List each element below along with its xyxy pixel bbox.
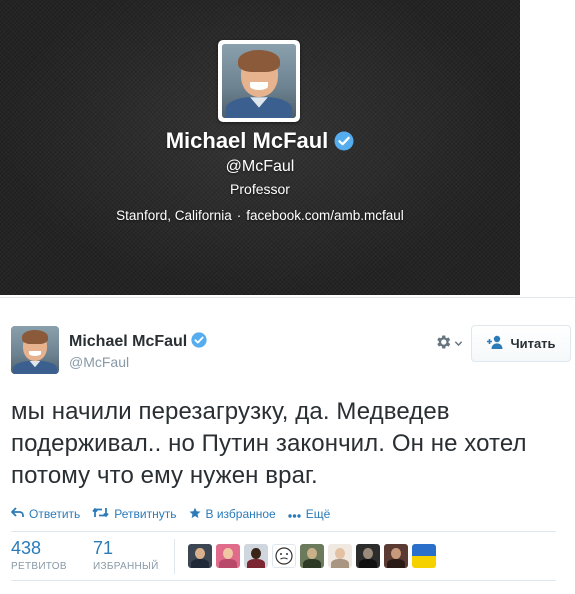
tweet-actions: Ответить Ретвитнуть В избранное Ещё [11, 506, 342, 522]
more-dots-icon [288, 507, 301, 521]
profile-handle: @McFaul [225, 158, 295, 175]
avatar-photo [222, 44, 296, 118]
profile-name-text[interactable]: Michael McFaul [166, 128, 329, 153]
follow-button-label: Читать [510, 336, 556, 351]
retweet-action[interactable]: Ретвитнуть [92, 507, 177, 521]
star-icon [189, 507, 201, 522]
retweets-count: 438 [11, 538, 42, 558]
follow-user-icon [486, 335, 504, 352]
more-action[interactable]: Ещё [288, 507, 331, 521]
profile-header: Michael McFaul @McFaul Professor Stanfor… [0, 0, 520, 295]
tweet-author-name[interactable]: Michael McFaul [69, 332, 207, 353]
favorites-stat[interactable]: 71 ИЗБРАННЫЙ [93, 537, 159, 572]
verified-badge-icon [334, 131, 354, 157]
more-label: Ещё [305, 507, 331, 521]
favoriters-avatars [188, 544, 436, 568]
tweet-avatar-photo [11, 326, 59, 374]
favoriter-avatar[interactable] [272, 544, 296, 568]
profile-avatar[interactable] [218, 40, 300, 122]
tweet-text: мы начили перезагрузку, да. Медведев под… [11, 398, 527, 489]
reply-action[interactable]: Ответить [11, 507, 80, 521]
favoriter-avatar[interactable] [384, 544, 408, 568]
user-actions-menu[interactable] [434, 334, 468, 354]
tweet-author-handle[interactable]: @McFaul [69, 354, 129, 370]
retweet-icon [92, 507, 109, 521]
favorite-label: В избранное [205, 507, 276, 521]
profile-website-link[interactable]: facebook.com/amb.mcfaul [246, 208, 404, 223]
profile-name[interactable]: Michael McFaul [0, 128, 520, 157]
retweets-label: РЕТВИТОВ [11, 561, 67, 572]
favorite-action[interactable]: В избранное [189, 507, 276, 522]
stats-divider-bottom [11, 580, 556, 581]
favoriter-avatar[interactable] [188, 544, 212, 568]
favoriter-avatar[interactable] [300, 544, 324, 568]
retweets-stat[interactable]: 438 РЕТВИТОВ [11, 537, 67, 572]
favoriter-avatar[interactable] [356, 544, 380, 568]
favoriter-avatar[interactable] [328, 544, 352, 568]
profile-meta: Stanford, California · facebook.com/amb.mc… [0, 208, 520, 223]
favoriter-avatar[interactable] [412, 544, 436, 568]
follow-button[interactable]: Читать [471, 325, 571, 362]
chevron-down-icon [454, 335, 463, 353]
section-divider [0, 297, 575, 298]
reply-icon [11, 507, 24, 521]
profile-location: Stanford, California [116, 208, 232, 223]
reply-label: Ответить [29, 507, 81, 521]
tweet-author-name-text[interactable]: Michael McFaul [69, 333, 187, 350]
favorites-label: ИЗБРАННЫЙ [93, 561, 159, 572]
favorites-count: 71 [93, 538, 114, 558]
tweet-author-avatar[interactable] [11, 326, 59, 374]
profile-bio: Professor [230, 181, 290, 197]
meta-separator: · [236, 208, 242, 223]
stats-divider-top [11, 531, 556, 532]
retweet-label: Ретвитнуть [114, 507, 177, 521]
gear-icon [434, 333, 452, 356]
favoriter-avatar[interactable] [244, 544, 268, 568]
favoriter-avatar[interactable] [216, 544, 240, 568]
stats-separator [174, 539, 175, 574]
verified-badge-icon [191, 332, 207, 353]
